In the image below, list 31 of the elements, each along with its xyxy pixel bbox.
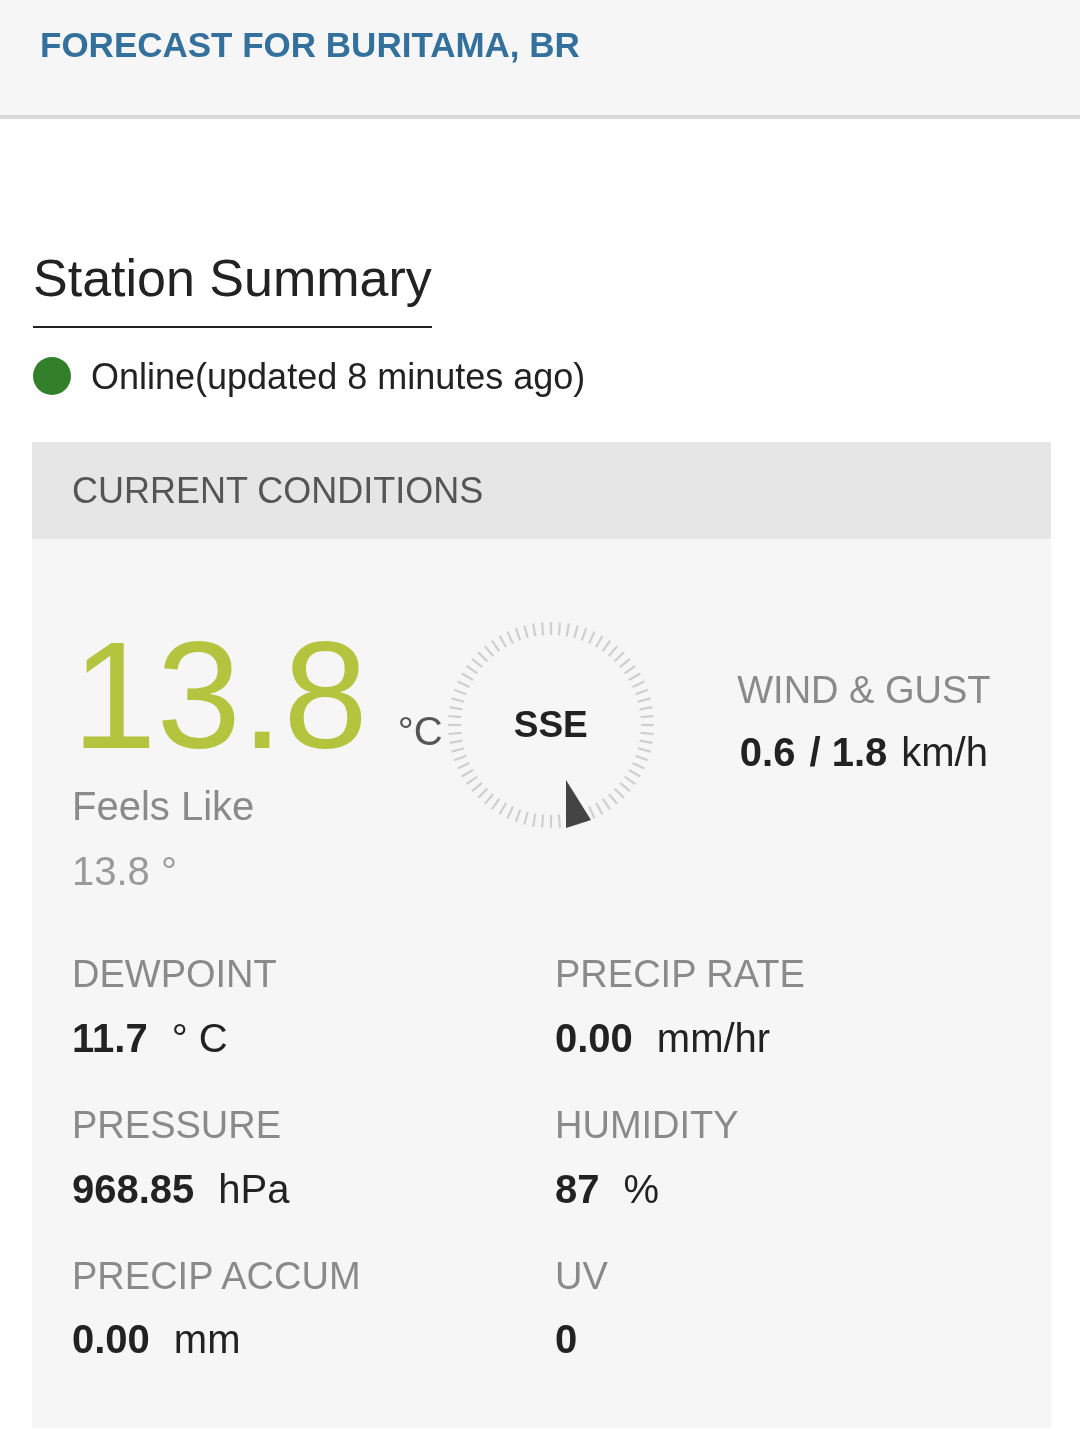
status-text: Online(updated 8 minutes ago) bbox=[91, 355, 586, 398]
wind-label: WIND & GUST bbox=[737, 669, 991, 713]
metric-unit: hPa bbox=[218, 1165, 290, 1212]
feels-like-value: 13.8 ° bbox=[72, 848, 177, 895]
wind-direction: SSE bbox=[513, 703, 588, 747]
card-title: CURRENT CONDITIONS bbox=[72, 470, 484, 512]
metric-label: PRECIP RATE bbox=[555, 953, 805, 997]
metric-unit: % bbox=[623, 1165, 660, 1212]
metric-unit: ° C bbox=[171, 1014, 228, 1061]
metric-label: HUMIDITY bbox=[555, 1103, 739, 1148]
metric-unit: mm bbox=[173, 1316, 241, 1363]
metric-value: 0.00 bbox=[72, 1316, 150, 1363]
wind-unit: km/h bbox=[901, 728, 988, 775]
metric-unit: mm/hr bbox=[656, 1014, 771, 1061]
metric-value: 87 bbox=[555, 1165, 600, 1212]
feels-like-label: Feels Like bbox=[72, 783, 255, 830]
temperature-value: 13.8 bbox=[72, 619, 368, 772]
wind-gust: / 1.8 bbox=[809, 728, 888, 775]
temperature-unit: °C bbox=[397, 708, 443, 755]
metric-value: 0 bbox=[555, 1316, 578, 1363]
metric-value: 968.85 bbox=[72, 1165, 195, 1212]
metric-value: 0.00 bbox=[555, 1014, 633, 1061]
metric-label: UV bbox=[555, 1254, 608, 1299]
metric-label: DEWPOINT bbox=[72, 953, 277, 997]
section-heading: Station Summary bbox=[33, 249, 432, 328]
metric-label: PRESSURE bbox=[72, 1103, 282, 1148]
metric-label: PRECIP ACCUM bbox=[72, 1254, 361, 1299]
page-title: FORECAST FOR BURITAMA, BR bbox=[40, 25, 580, 64]
pointer-icon bbox=[565, 780, 591, 829]
wind-speed: 0.6 bbox=[739, 728, 796, 775]
metric-value: 11.7 bbox=[72, 1014, 148, 1061]
